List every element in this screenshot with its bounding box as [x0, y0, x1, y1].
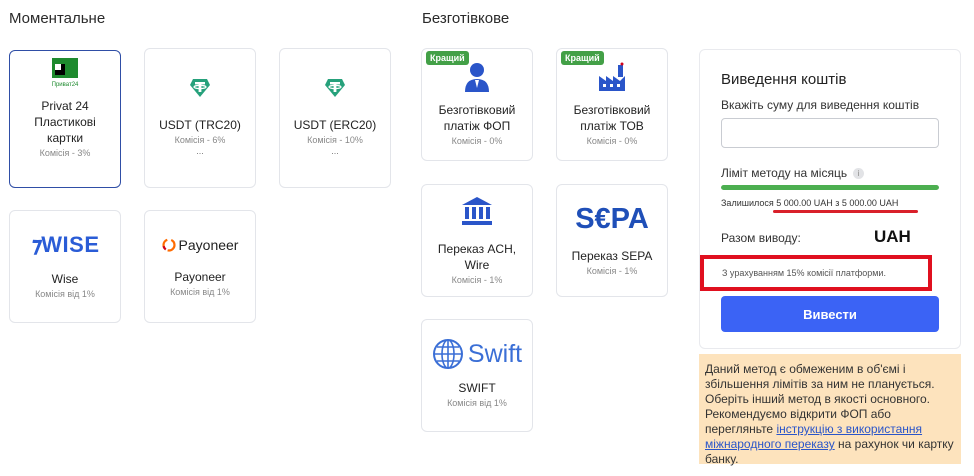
commission-note: З урахуванням 15% комісії платформи.	[722, 268, 886, 278]
method-fee: Комісія від 1%	[170, 287, 230, 297]
tether-icon	[189, 77, 211, 99]
method-fee: Комісія - 1%	[586, 266, 638, 276]
limit-progress-bar	[721, 185, 939, 190]
method-name: Payoneer	[174, 270, 226, 284]
method-name: Безготівковий	[573, 103, 651, 117]
svg-text:Приват24: Приват24	[52, 82, 79, 88]
sepa-icon: S€PA	[575, 203, 649, 235]
method-name: USDT (TRC20)	[159, 118, 241, 132]
withdraw-panel: Виведення коштів Вкажіть суму для виведе…	[699, 49, 961, 349]
method-fee: Комісія - 3%	[39, 148, 91, 158]
best-badge: Кращий	[426, 51, 469, 65]
bank-icon	[461, 196, 493, 226]
highlight-underline	[773, 210, 918, 213]
method-name: Privat 24	[41, 99, 89, 113]
method-extra: ...	[196, 146, 204, 156]
method-card-payoneer[interactable]: Payoneer Payoneer Комісія від 1%	[144, 210, 256, 323]
method-name: SWIFT	[458, 381, 496, 395]
method-name: Пластикові	[34, 115, 96, 129]
factory-icon	[597, 62, 627, 92]
privat24-icon: Приват24	[48, 58, 82, 88]
method-fee: Комісія - 0%	[586, 136, 638, 146]
wise-icon: ⁊ WISE	[30, 232, 100, 257]
info-icon[interactable]: i	[853, 168, 865, 180]
limit-notice: Даний метод є обмеженим в об'ємі і збіль…	[699, 354, 961, 466]
amount-label: Вкажіть суму для виведення коштів	[721, 98, 920, 112]
method-card-ach-wire[interactable]: Переказ ACH, Wire Комісія - 1%	[421, 184, 533, 297]
total-label: Разом виводу:	[721, 231, 801, 245]
total-value: UAH	[874, 227, 911, 246]
method-name: Wire	[464, 258, 490, 272]
amount-input[interactable]	[721, 118, 939, 148]
method-name: Переказ SEPA	[571, 249, 653, 263]
method-name: Переказ ACH,	[437, 242, 517, 256]
tether-icon	[324, 77, 346, 99]
method-name: Безготівковий	[438, 103, 516, 117]
method-card-wise[interactable]: ⁊ WISE Wise Комісія від 1%	[9, 210, 121, 323]
method-card-sepa[interactable]: S€PA Переказ SEPA Комісія - 1%	[556, 184, 668, 297]
best-badge: Кращий	[561, 51, 604, 65]
panel-title: Виведення коштів	[721, 71, 847, 88]
cashless-section-title: Безготівкове	[422, 10, 510, 27]
method-fee: Комісія - 6%	[174, 135, 226, 145]
payoneer-icon: Payoneer	[161, 235, 238, 255]
withdraw-button[interactable]: Вивести	[721, 296, 939, 332]
method-fee: Комісія від 1%	[447, 398, 507, 408]
commission-note-highlight: З урахуванням 15% комісії платформи.	[700, 255, 932, 291]
limit-remaining: Залишилося 5 000.00 UAH з 5 000.00 UAH	[721, 198, 899, 208]
method-name: Wise	[51, 272, 79, 286]
method-name: платіж ТОВ	[580, 119, 644, 133]
limit-label: Ліміт методу на місяць i	[721, 166, 865, 180]
method-fee: Комісія - 0%	[451, 136, 503, 146]
method-fee: Комісія від 1%	[35, 289, 95, 299]
method-card-usdt-trc20[interactable]: USDT (TRC20) Комісія - 6% ...	[144, 48, 256, 188]
method-name: картки	[46, 131, 84, 145]
method-card-tov[interactable]: Кращий Безготівковий платіж ТОВ Комісія …	[556, 48, 668, 161]
person-icon	[464, 62, 490, 92]
method-name: USDT (ERC20)	[293, 118, 377, 132]
swift-icon: Swift	[432, 338, 522, 370]
method-card-fop[interactable]: Кращий Безготівковий платіж ФОП Комісія …	[421, 48, 533, 161]
method-card-privat24[interactable]: Приват24 Privat 24 Пластикові картки Ком…	[9, 50, 121, 188]
method-card-usdt-erc20[interactable]: USDT (ERC20) Комісія - 10% ...	[279, 48, 391, 188]
method-card-swift[interactable]: Swift SWIFT Комісія від 1%	[421, 319, 533, 432]
method-fee: Комісія - 10%	[307, 135, 363, 145]
method-name: платіж ФОП	[443, 119, 511, 133]
method-fee: Комісія - 1%	[451, 275, 503, 285]
instant-section-title: Моментальне	[9, 10, 106, 27]
limit-progress-fill	[721, 185, 939, 190]
method-extra: ...	[331, 146, 339, 156]
